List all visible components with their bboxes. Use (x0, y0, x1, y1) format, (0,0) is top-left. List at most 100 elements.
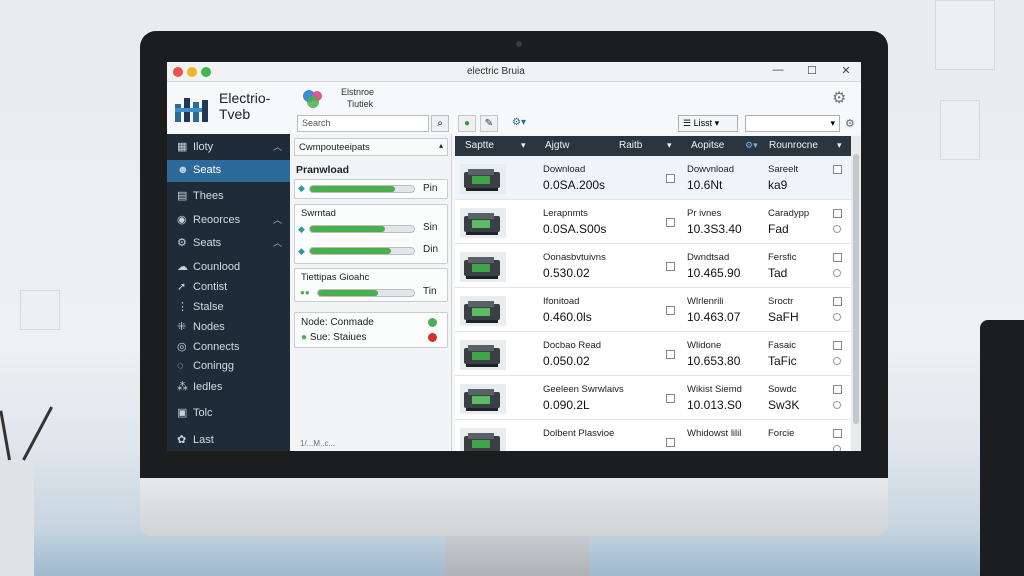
tools-dropdown[interactable]: ⚙▾ (506, 115, 532, 132)
row-checkbox[interactable] (666, 306, 675, 315)
grid-icon: ▦ (177, 141, 188, 153)
sort-icon[interactable]: ▾ (837, 140, 842, 151)
row-radio[interactable] (833, 401, 841, 409)
row-checkbox[interactable] (666, 174, 675, 183)
item-metric: 10.653.80 (687, 354, 741, 368)
table-row[interactable]: Geeleen Swrwlaivs 0.090.2L Wikist Siemd … (455, 376, 851, 420)
title-bar: electric Bruia — ☐ ✕ (167, 62, 861, 82)
gear-icon[interactable]: ⚙ (832, 88, 846, 108)
col-header-aopitse[interactable]: Aopitse (691, 140, 724, 151)
bar2-value: Sin (423, 222, 438, 233)
search-icon[interactable]: ⌕ (431, 115, 449, 132)
gear-icon[interactable]: ⚙▾ (745, 140, 758, 151)
wall-panel (20, 290, 60, 330)
download-title: Pranwload (296, 164, 350, 176)
row-checkbox[interactable] (666, 262, 675, 271)
arrow-icon: ➚ (177, 281, 187, 293)
row-select-checkbox[interactable] (833, 209, 842, 218)
row-select-checkbox[interactable] (833, 429, 842, 438)
bolt-icon: ◆ (298, 246, 305, 256)
row-select-checkbox[interactable] (833, 165, 842, 174)
logo-icon (175, 98, 208, 122)
sidebar-item-last[interactable]: ✿ Last (167, 429, 290, 451)
zoom-dot[interactable] (201, 67, 211, 77)
list-dropdown[interactable]: ☰ Lisst ▾ (678, 115, 738, 132)
table-row[interactable]: Docbao Read 0.050.02 Wlidone 10.653.80 F… (455, 332, 851, 376)
row-checkbox[interactable] (666, 438, 675, 447)
app-name: Elstnroe Tiutiek (341, 86, 374, 110)
sort-icon[interactable]: ▾ (521, 140, 526, 151)
minimize-button[interactable]: — (771, 64, 785, 76)
device-thumbnail (460, 252, 506, 282)
sidebar-item-iloty[interactable]: ▦ Iloty ︿ (167, 136, 290, 158)
sidebar-item-tolc[interactable]: ▣ Tolc (167, 402, 290, 424)
chevron-up-icon: ︿ (272, 238, 282, 248)
filter-dropdown[interactable]: ▾ (745, 115, 840, 132)
camera-icon (516, 41, 522, 47)
scrollbar-thumb[interactable] (853, 154, 859, 424)
row-checkbox[interactable] (666, 218, 675, 227)
close-dot[interactable] (173, 67, 183, 77)
sidebar-item-stalse[interactable]: ⋮ Stalse (167, 296, 290, 318)
maximize-button[interactable]: ☐ (805, 64, 819, 77)
list-icon: ☰ (683, 118, 694, 128)
refresh-button[interactable]: ● (458, 115, 476, 132)
table-row[interactable]: Ifonitoad 0.460.0ls Wlrlenrili 10.463.07… (455, 288, 851, 332)
sidebar-item-reoorces[interactable]: ◉ Reoorces ︿ (167, 209, 290, 231)
row-checkbox[interactable] (666, 394, 675, 403)
search-input[interactable]: Search (297, 115, 429, 132)
device-thumbnail (460, 384, 506, 414)
row-radio[interactable] (833, 225, 841, 233)
sidebar-item-thees[interactable]: ▤ Thees (167, 185, 290, 207)
sidebar-item-nodes[interactable]: ⁜ Nodes (167, 316, 290, 338)
logo-text: Electrio- Tveb (219, 90, 270, 122)
row-select-checkbox[interactable] (833, 253, 842, 262)
sidebar-item-seats-2[interactable]: ⚙ Seats ︿ (167, 232, 290, 254)
close-button[interactable]: ✕ (839, 64, 853, 77)
row-select-checkbox[interactable] (833, 385, 842, 394)
col-header-raitb[interactable]: Raitb (619, 140, 642, 151)
sliders-icon: ⋮ (177, 301, 188, 313)
item-code: SaFH (768, 310, 799, 324)
settings-icon[interactable]: ⚙ (845, 117, 855, 130)
row-checkbox[interactable] (666, 350, 675, 359)
components-header[interactable]: Cwmpouteeipats ▴ (294, 138, 448, 156)
nodes-icon: ⁜ (177, 321, 187, 333)
item-value: 0.0SA.S00s (543, 222, 607, 236)
swrntad-card: Swrntad ◆ Sin ◆ Din (294, 204, 448, 264)
sidebar-item-connects[interactable]: ◎ Connects (167, 336, 290, 358)
row-select-checkbox[interactable] (833, 297, 842, 306)
connect-icon: ◎ (177, 341, 187, 353)
col-header-ajgtw[interactable]: Ajgtw (545, 140, 569, 151)
table-row[interactable]: Lerapnmts 0.0SA.S00s Pr ivnes 10.3S3.40 … (455, 200, 851, 244)
sidebar-item-coningg[interactable]: ◌ Coningg (167, 356, 290, 378)
status-indicator-green (428, 318, 437, 327)
layers-icon: ▤ (177, 190, 188, 202)
sidebar-item-label: Reoorces (193, 214, 241, 226)
sidebar-item-iedles[interactable]: ⁂ Iedles (167, 376, 290, 398)
sort-icon[interactable]: ▾ (667, 140, 672, 151)
table-row[interactable]: Download 0.0SA.200s Dowvnload 10.6Nt Sar… (455, 156, 851, 200)
table-row[interactable]: Dolbent Plasvioe Whidowst lilil Forcie (455, 420, 851, 451)
row-radio[interactable] (833, 313, 841, 321)
table-row[interactable]: Oonasbvtuivns 0.530.02 Dwndtsad 10.465.9… (455, 244, 851, 288)
item-code: Tad (768, 266, 788, 280)
item-name: Dolbent Plasvioe (543, 428, 615, 439)
row-radio[interactable] (833, 269, 841, 277)
sidebar-item-label: Iloty (193, 141, 214, 153)
sidebar-item-contist[interactable]: ➚ Contist (167, 276, 290, 298)
item-metric: 10.463.07 (687, 310, 741, 324)
row-select-checkbox[interactable] (833, 341, 842, 350)
edit-button[interactable]: ✎ (480, 115, 498, 132)
row-radio[interactable] (833, 445, 841, 451)
progress-fill (310, 226, 385, 232)
minimize-dot[interactable] (187, 67, 197, 77)
col-header-saptte[interactable]: Saptte (465, 140, 494, 151)
sidebar-item-seats[interactable]: ☻ Seats (167, 160, 290, 182)
item-value: 0.090.2L (543, 398, 590, 412)
sidebar-item-counlood[interactable]: ☁ Counlood (167, 256, 290, 278)
sidebar-item-label: Counlood (193, 261, 241, 273)
col-header-rounrocne[interactable]: Rounrocne (769, 140, 818, 151)
item-value: 0.050.02 (543, 354, 590, 368)
row-radio[interactable] (833, 357, 841, 365)
